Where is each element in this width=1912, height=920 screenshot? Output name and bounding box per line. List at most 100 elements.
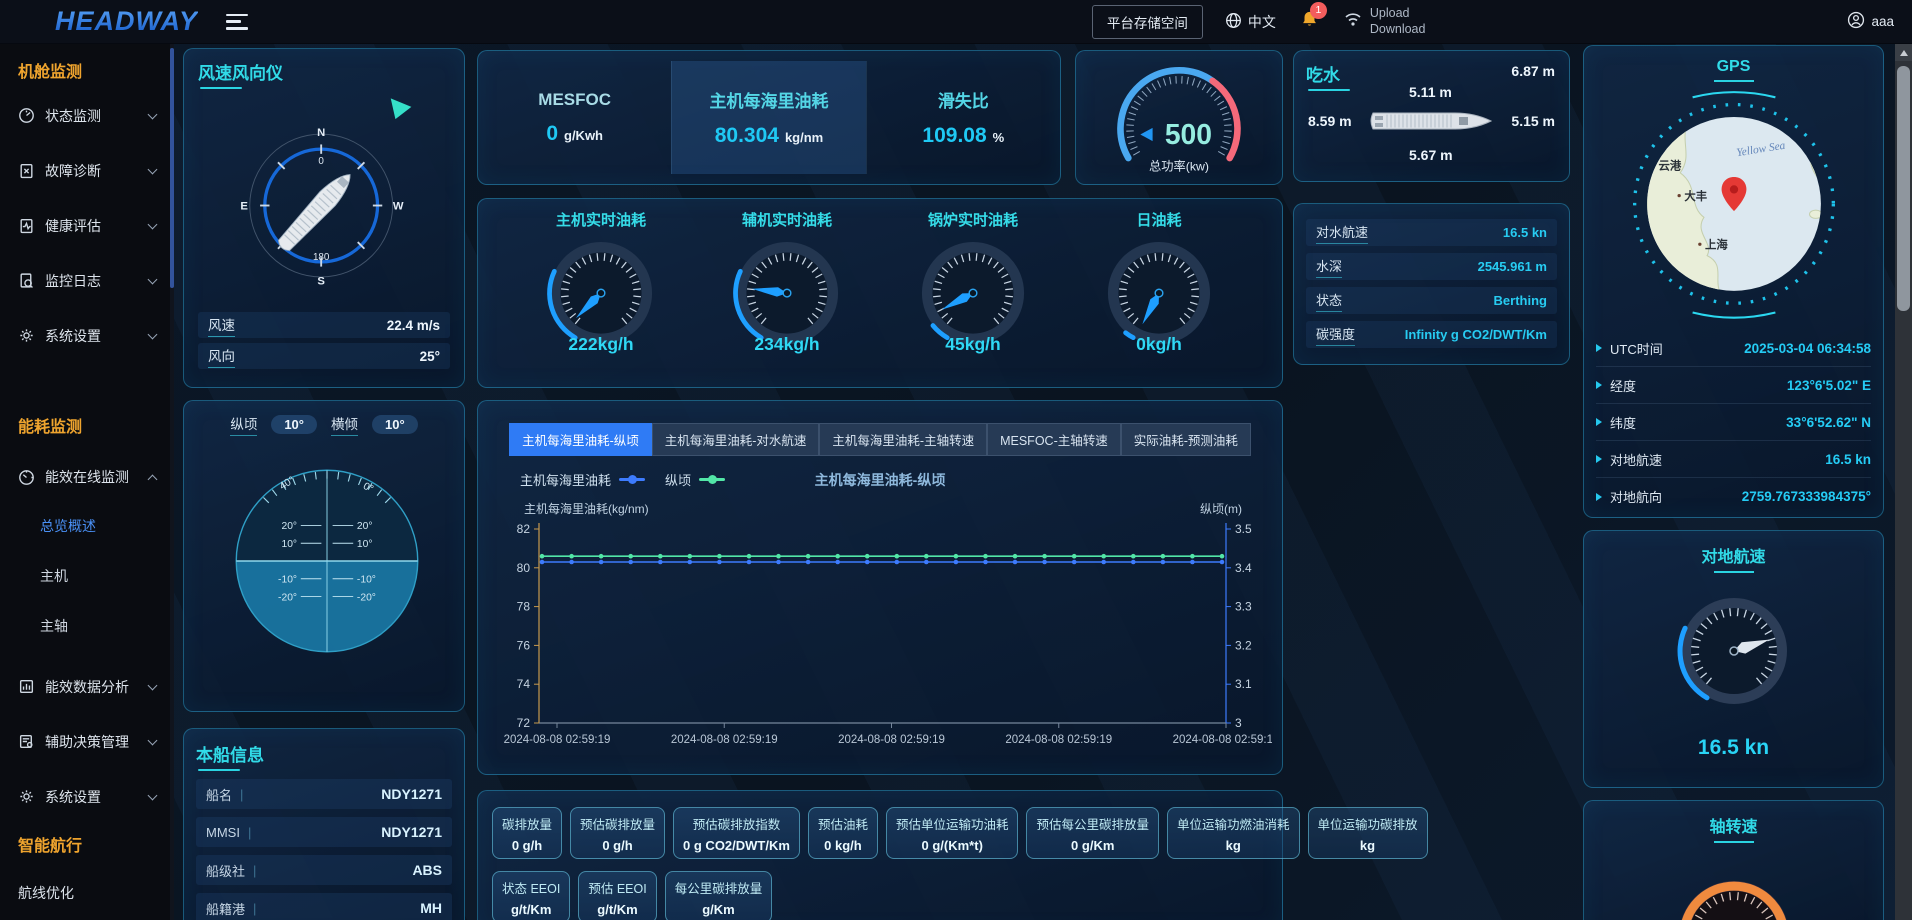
wind-compass-gauge: N E W S 0 180 <box>206 89 442 307</box>
sidebar-item-system-settings-2[interactable]: 系统设置 <box>0 769 170 824</box>
scale-right--10: -10° <box>357 575 376 586</box>
sidebar-item-label: 能效数据分析 <box>45 677 129 697</box>
page-scrollbar[interactable] <box>1895 44 1912 920</box>
chevron-down-icon <box>148 219 158 229</box>
slip-ratio-cell[interactable]: 滑失比 109.08 % <box>866 61 1060 174</box>
sidebar-item-system-settings[interactable]: 系统设置 <box>0 308 170 363</box>
legend-item-trim[interactable]: 纵顷 <box>665 470 725 489</box>
sidebar-scrollbar[interactable] <box>170 44 174 920</box>
topbar: HEADWAY 平台存储空间 中文 1 <box>0 0 1912 44</box>
user-menu[interactable]: aaa <box>1847 11 1894 32</box>
topbar-actions: 平台存储空间 中文 1 Uploa <box>1092 5 1894 39</box>
language-switch[interactable]: 中文 <box>1225 12 1276 32</box>
svg-text:3.2: 3.2 <box>1235 638 1252 652</box>
upload-download-button[interactable]: Upload Download <box>1343 6 1426 37</box>
mesfoc-panel: MESFOC 0 g/Kwh 主机每海里油耗 80.304 kg/nm 滑失比 … <box>477 50 1061 185</box>
sidebar-item-decision-support[interactable]: 辅助决策管理 <box>0 714 170 769</box>
tab-actual-predicted-fuel[interactable]: 实际油耗-预测油耗 <box>1121 423 1251 456</box>
sidebar-subitem-main-shaft[interactable]: 主轴 <box>0 601 170 651</box>
svg-text:2024-08-08 02:59:19: 2024-08-08 02:59:19 <box>838 734 945 746</box>
wind-direction-value: 25° <box>420 349 440 364</box>
download-label: Download <box>1370 22 1426 38</box>
arrow-right-icon <box>1596 344 1602 352</box>
sidebar-subitem-main-engine[interactable]: 主机 <box>0 551 170 601</box>
chart-tabs: 主机每海里油耗-纵顷 主机每海里油耗-对水航速 主机每海里油耗-主轴转速 MES… <box>490 423 1270 456</box>
fuel-per-nm-cell[interactable]: 主机每海里油耗 80.304 kg/nm <box>671 61 865 174</box>
est-transport-fuel-button[interactable]: 预估单位运输功油耗0 g/(Km*t) <box>886 807 1019 859</box>
status-gauge-icon <box>18 107 35 124</box>
scrollbar-up-button[interactable] <box>1895 44 1912 61</box>
legend-marker-green-icon <box>699 478 725 481</box>
svg-text:3.5: 3.5 <box>1235 522 1252 536</box>
svg-text:2024-08-08 02:59:19: 2024-08-08 02:59:19 <box>504 734 611 746</box>
sidebar-item-status-monitoring[interactable]: 状态监测 <box>0 88 170 143</box>
ground-speed-label: 对地航速 <box>1610 450 1662 469</box>
sidebar-section-smart-navigation: 智能航行 <box>0 832 170 862</box>
shaft-speed-gauge <box>1649 851 1819 920</box>
ship-topview-icon <box>1366 106 1498 136</box>
carbon-per-km-button[interactable]: 每公里碳排放量g/Km <box>665 871 773 920</box>
slip-ratio-value: 109.08 <box>922 124 986 148</box>
total-power-value: 500 <box>1165 118 1212 150</box>
est-fuel-button[interactable]: 预估油耗0 kg/h <box>808 807 878 859</box>
tab-mesfoc-shaft-speed[interactable]: MESFOC-主轴转速 <box>987 423 1121 456</box>
scale-right-20: 20° <box>357 521 373 532</box>
mmsi-row: MMSI| NDY1271 <box>196 817 452 847</box>
svg-text:2024-08-08 02:59:19: 2024-08-08 02:59:19 <box>1005 734 1112 746</box>
ground-course-value: 2759.767333984375° <box>1742 489 1871 504</box>
sidebar-scroll-thumb[interactable] <box>170 48 174 288</box>
port-of-registry-row: 船籍港| MH <box>196 893 452 920</box>
sidebar-item-fault-diagnosis[interactable]: 故障诊断 <box>0 143 170 198</box>
tab-fuel-shaft-speed[interactable]: 主机每海里油耗-主轴转速 <box>819 423 987 456</box>
svg-text:76: 76 <box>517 638 531 652</box>
notifications-button[interactable]: 1 <box>1300 10 1319 34</box>
legend-item-fuel[interactable]: 主机每海里油耗 <box>520 470 645 489</box>
sidebar-item-energy-data-analysis[interactable]: 能效数据分析 <box>0 659 170 714</box>
nav-info-panel: 对水航速 16.5 kn 水深 2545.961 m 状态 Berthing 碳… <box>1293 203 1570 365</box>
tab-fuel-trim[interactable]: 主机每海里油耗-纵顷 <box>509 423 652 456</box>
sidebar-item-health-assessment[interactable]: 健康评估 <box>0 198 170 253</box>
document-person-icon <box>18 733 35 750</box>
est-eeoi-button[interactable]: 预估 EEOIg/t/Km <box>578 871 656 920</box>
sidebar-item-route-optimization[interactable]: 航线优化 <box>0 870 170 915</box>
scrollbar-thumb[interactable] <box>1897 66 1910 311</box>
est-carbon-emission-button[interactable]: 预估碳排放量0 g/h <box>570 807 665 859</box>
sidebar-item-monitoring-log[interactable]: 监控日志 <box>0 253 170 308</box>
storage-space-button[interactable]: 平台存储空间 <box>1092 5 1203 39</box>
transport-fuel-consumption-button[interactable]: 单位运输功燃油消耗kg <box>1167 807 1300 859</box>
status-eeoi-button[interactable]: 状态 EEOIg/t/Km <box>492 871 570 920</box>
scale-left--10: -10° <box>278 575 297 586</box>
trim-label: 纵顷 <box>230 413 257 436</box>
left-axis-label: 主机每海里油耗(kg/nm) <box>524 500 649 517</box>
arrow-right-icon <box>1596 493 1602 501</box>
tab-fuel-water-speed[interactable]: 主机每海里油耗-对水航速 <box>652 423 820 456</box>
scale-left-10: 10° <box>281 539 297 550</box>
est-carbon-index-button[interactable]: 预估碳排放指数0 g CO2/DWT/Km <box>673 807 800 859</box>
dashboard-screen: HEADWAY 平台存储空间 中文 1 <box>0 0 1912 920</box>
sidebar-item-energy-online-monitoring[interactable]: 能效在线监测 <box>0 453 170 501</box>
water-speed-label: 对水航速 <box>1316 222 1368 244</box>
compass-w-label: W <box>393 200 404 212</box>
language-label: 中文 <box>1248 12 1276 32</box>
heel-label: 横倾 <box>331 413 358 436</box>
arrow-right-icon <box>1596 455 1602 463</box>
sidebar-section-energy-monitoring: 能耗监测 <box>0 413 170 443</box>
gear-icon <box>18 327 35 344</box>
chevron-down-icon <box>148 735 158 745</box>
est-carbon-per-km-button[interactable]: 预估每公里碳排放量0 g/Km <box>1026 807 1159 859</box>
mesfoc-cell[interactable]: MESFOC 0 g/Kwh <box>478 61 671 174</box>
main-content: 风速风向仪 N E W S 0 180 <box>175 44 1912 920</box>
menu-toggle-icon[interactable] <box>226 14 248 30</box>
sidebar-subitem-overview[interactable]: 总览概述 <box>0 501 170 551</box>
sidebar-item-label: 系统设置 <box>45 326 101 346</box>
gps-map[interactable]: Yellow Sea 云港 大丰 上海 京 <box>1615 88 1853 326</box>
class-society-label: 船级社 <box>206 861 245 880</box>
carbon-emission-button[interactable]: 碳排放量0 g/h <box>492 807 562 859</box>
wind-direction-arrow-icon <box>391 98 412 119</box>
wind-speed-label: 风速 <box>208 314 235 337</box>
gauge-value: 234kg/h <box>754 334 819 355</box>
transport-carbon-emission-button[interactable]: 单位运输功碳排放kg <box>1308 807 1428 859</box>
fuel-per-nm-label: 主机每海里油耗 <box>709 87 828 112</box>
compass-n-label: N <box>317 127 325 139</box>
gauge-title: 主机实时油耗 <box>556 209 646 230</box>
